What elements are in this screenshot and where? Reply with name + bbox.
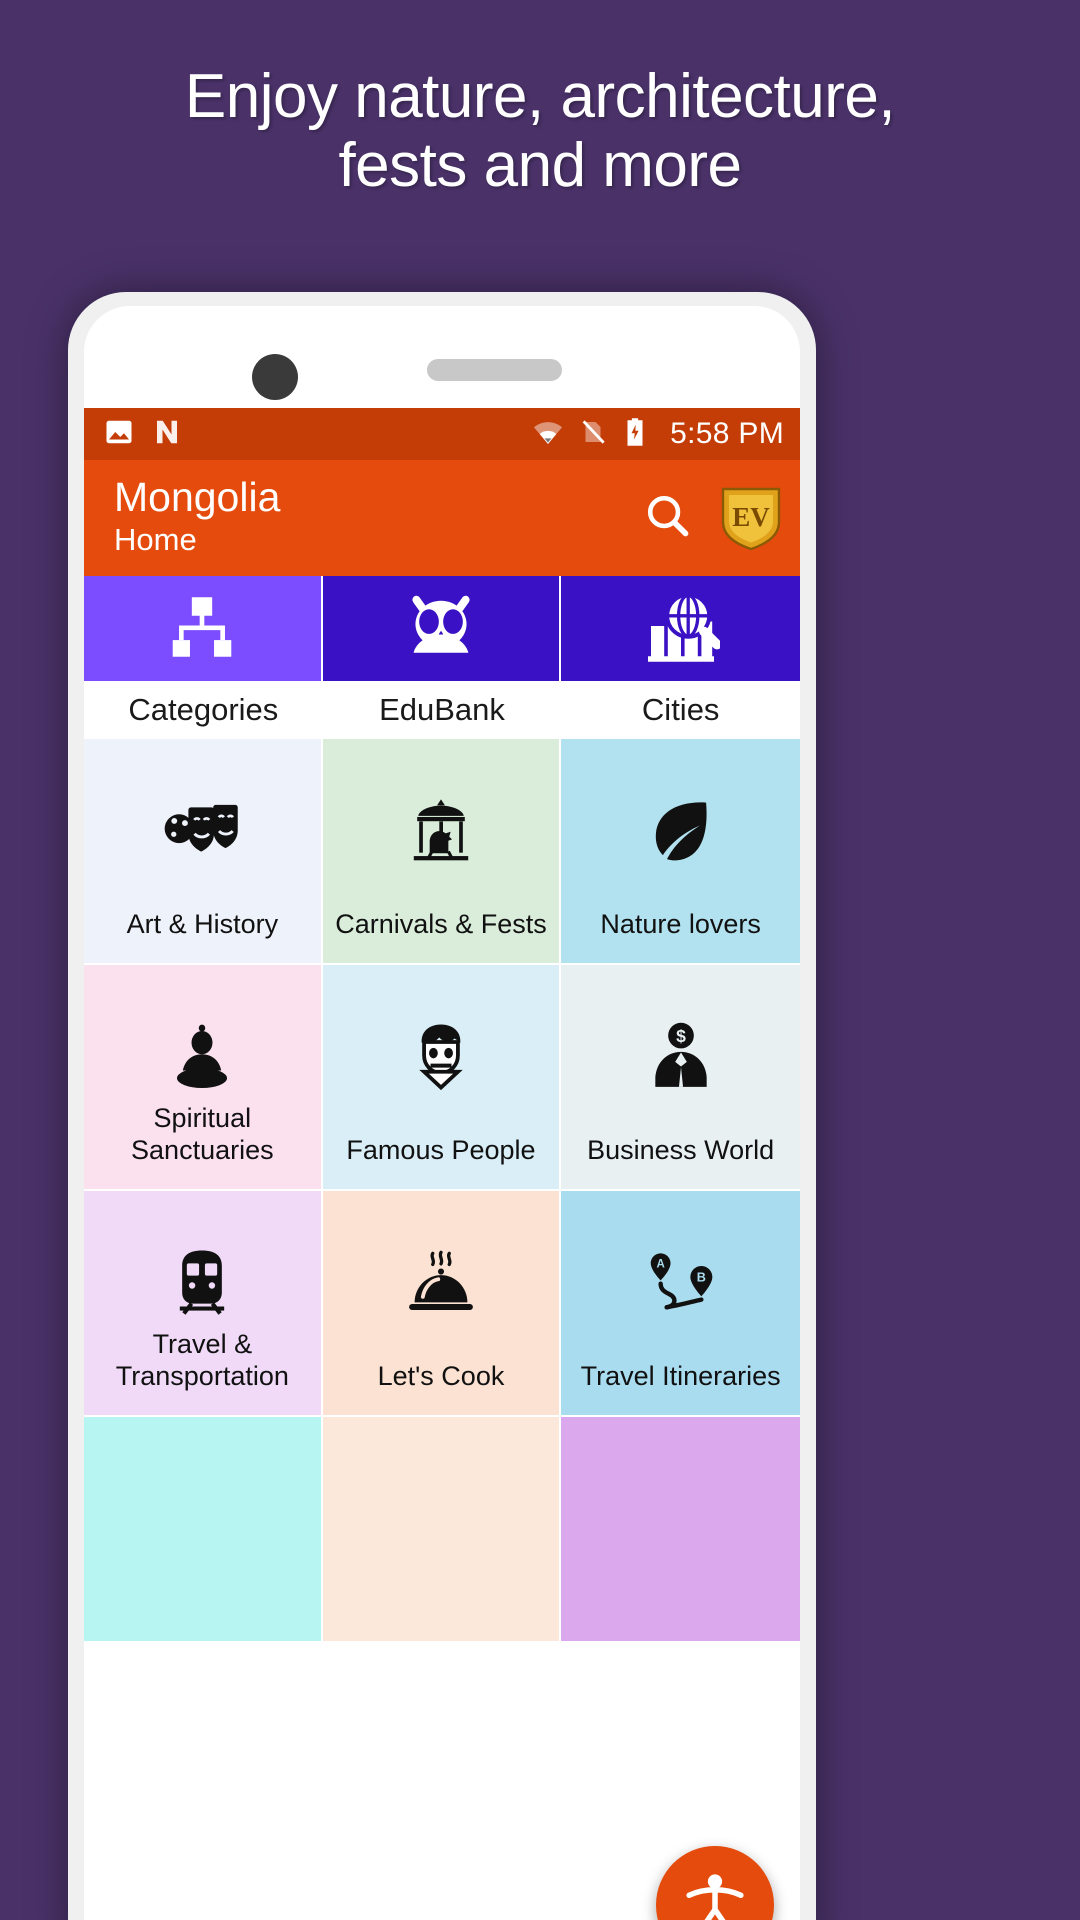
ev-shield-logo[interactable]: EV <box>720 485 782 551</box>
buddha-icon <box>170 1017 234 1095</box>
svg-text:A: A <box>656 1259 665 1271</box>
theater-masks-icon <box>162 791 242 869</box>
app-bar-titles: Mongolia Home <box>114 476 280 560</box>
headline-line-1: Enjoy nature, architecture, <box>184 62 896 131</box>
tab-edubank-label: EduBank <box>322 681 562 739</box>
train-icon <box>169 1243 235 1321</box>
grid-tile-travel-itineraries[interactable]: A B Travel Itineraries <box>561 1191 800 1417</box>
food-cloche-icon <box>403 1243 479 1321</box>
phone-screen: 5:58 PM Mongolia Home EV Categories EduB… <box>84 408 800 1920</box>
grid-tile-lets-cook[interactable]: Let's Cook <box>322 1191 562 1417</box>
route-map-icon: A B <box>641 1243 721 1321</box>
tab-categories[interactable]: Categories <box>84 576 323 739</box>
app-bar-actions: EV <box>642 485 782 551</box>
grid-tile-label: Spiritual Sanctuaries <box>131 1103 274 1166</box>
wifi-icon <box>532 416 564 453</box>
grid-tile-spiritual-sanctuaries[interactable]: Spiritual Sanctuaries <box>84 965 323 1191</box>
battery-charging-icon <box>622 417 648 452</box>
category-grid: Art & History Carnivals & Fests Nature l… <box>84 739 800 1643</box>
grid-tile-label: Nature lovers <box>600 909 761 940</box>
grid-tile-business-world[interactable]: $ Business World <box>561 965 800 1191</box>
svg-text:EV: EV <box>732 502 770 532</box>
tab-cities[interactable]: Cities <box>561 576 800 739</box>
grid-tile-label: Travel & Transportation <box>115 1329 289 1392</box>
status-bar-left-icons <box>104 417 182 452</box>
app-bar: Mongolia Home EV <box>84 460 800 576</box>
page-title: Mongolia <box>114 474 281 521</box>
grid-tile-label: Famous People <box>346 1135 536 1166</box>
city-search-icon <box>561 576 800 681</box>
search-icon[interactable] <box>642 490 694 547</box>
promo-headline: Enjoy nature, architecture, fests and mo… <box>0 62 1080 201</box>
n-logo-icon <box>152 417 182 452</box>
tab-categories-label: Categories <box>84 681 323 739</box>
grid-tile-label: Carnivals & Fests <box>335 909 547 940</box>
person-guide-icon <box>682 1870 748 1920</box>
grid-tile-carnivals-fests[interactable]: Carnivals & Fests <box>322 739 562 965</box>
tab-cities-label: Cities <box>561 681 800 739</box>
grid-tile-label: Business World <box>587 1135 775 1166</box>
headline-line-2: fests and more <box>338 131 742 201</box>
status-bar-clock: 5:58 PM <box>670 417 784 450</box>
grid-tile-label: Let's Cook <box>377 1361 505 1392</box>
leaf-icon <box>645 791 717 869</box>
front-camera-icon <box>252 354 298 400</box>
phone-bezel-inner: 5:58 PM Mongolia Home EV Categories EduB… <box>84 306 800 1920</box>
grid-tile-partial-1[interactable] <box>84 1417 323 1643</box>
svg-text:B: B <box>696 1270 705 1284</box>
tab-edubank[interactable]: EduBank <box>322 576 562 739</box>
grid-tile-nature-lovers[interactable]: Nature lovers <box>561 739 800 965</box>
floating-action-button[interactable] <box>656 1846 774 1920</box>
carousel-icon <box>402 791 480 869</box>
phone-mockup: 5:58 PM Mongolia Home EV Categories EduB… <box>68 292 816 1920</box>
businessman-icon: $ <box>645 1017 717 1095</box>
screenshot-stage: Enjoy nature, architecture, fests and mo… <box>0 0 1080 1920</box>
page-subtitle: Home <box>114 522 197 558</box>
image-icon <box>104 417 134 452</box>
status-bar-right-icons: 5:58 PM <box>532 416 784 453</box>
owl-icon <box>322 576 562 681</box>
famous-person-icon <box>408 1017 474 1095</box>
grid-tile-travel-transportation[interactable]: Travel & Transportation <box>84 1191 323 1417</box>
hierarchy-icon <box>84 576 323 681</box>
grid-tile-label: Travel Itineraries <box>580 1361 781 1392</box>
earpiece-speaker <box>427 359 562 381</box>
grid-tile-partial-2[interactable] <box>322 1417 562 1643</box>
grid-tile-label: Art & History <box>126 909 279 940</box>
no-sim-icon <box>578 417 608 452</box>
grid-tile-art-history[interactable]: Art & History <box>84 739 323 965</box>
nav-tabs: Categories EduBank Cities <box>84 576 800 739</box>
grid-tile-partial-3[interactable] <box>561 1417 800 1643</box>
status-bar: 5:58 PM <box>84 408 800 460</box>
svg-text:$: $ <box>676 1026 686 1046</box>
grid-tile-famous-people[interactable]: Famous People <box>322 965 562 1191</box>
